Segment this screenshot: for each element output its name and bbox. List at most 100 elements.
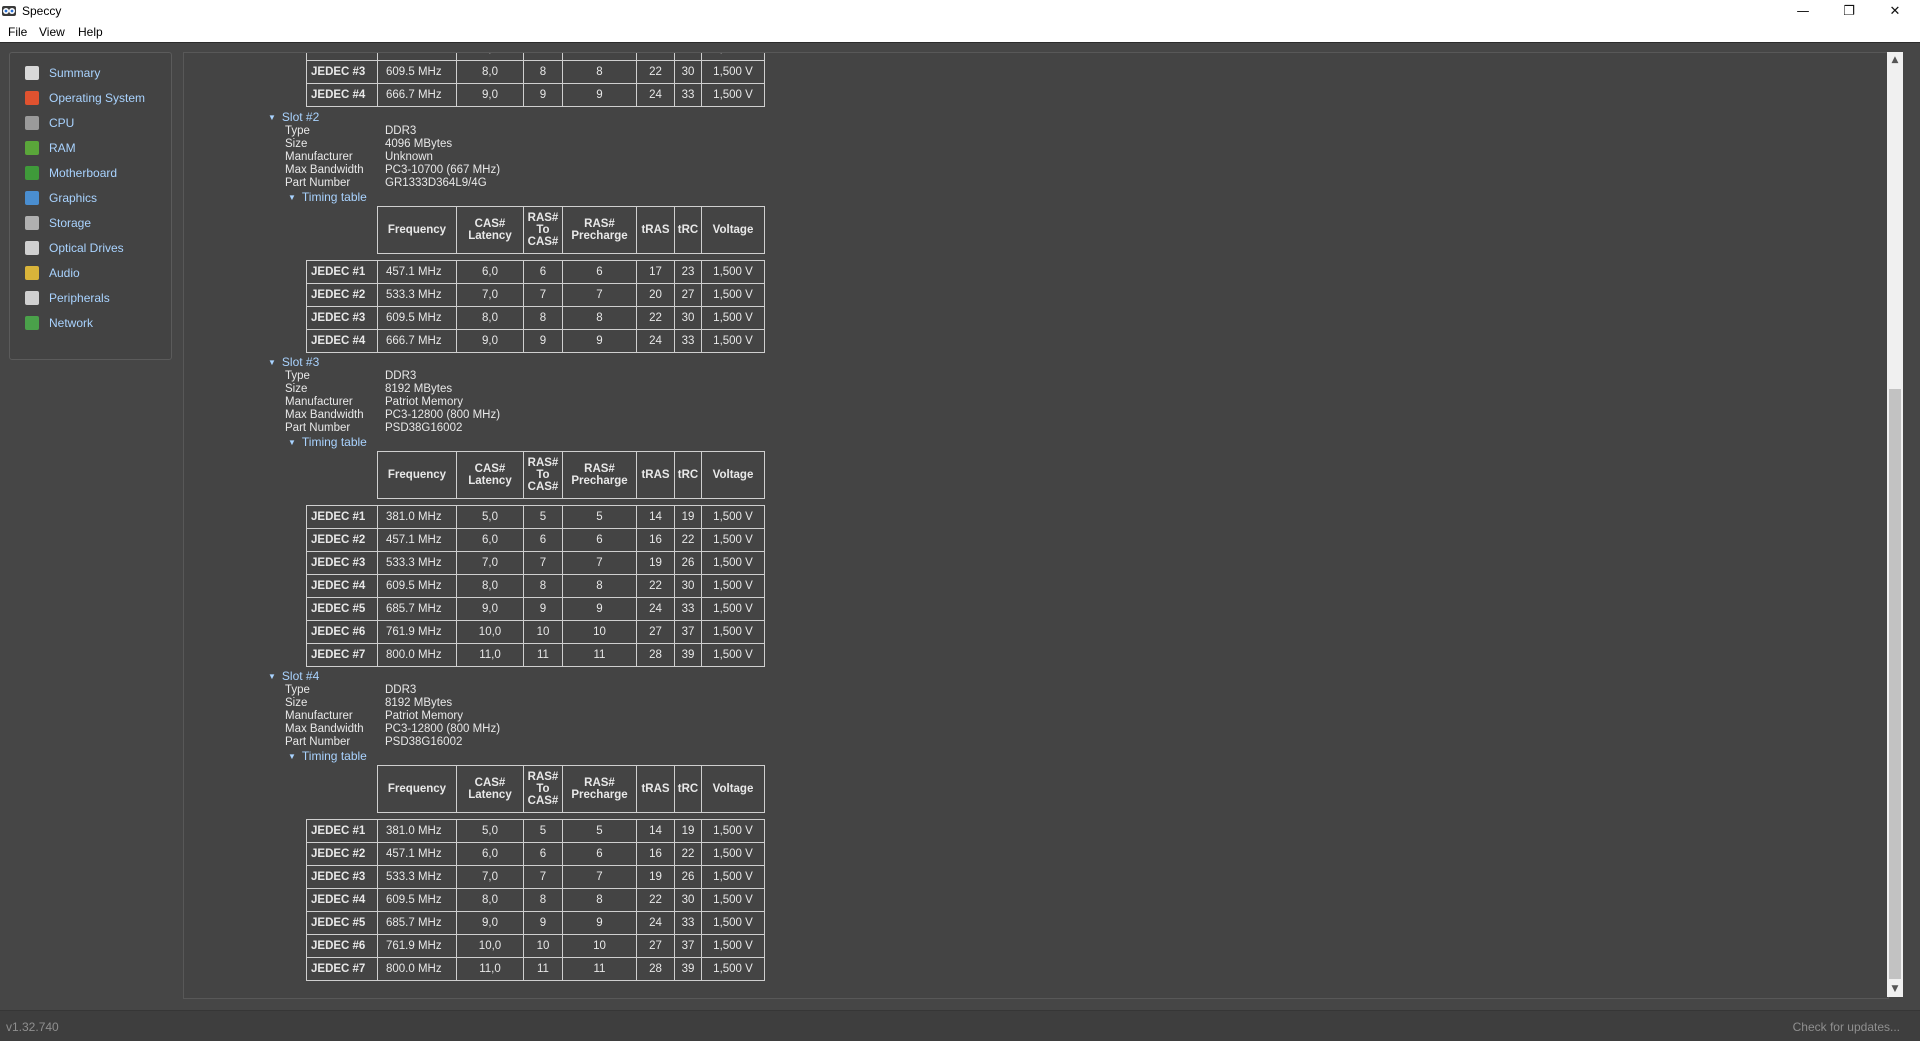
table-cell: 1,500 V <box>701 306 765 330</box>
slot-toggle[interactable]: ▼ Slot #3 <box>268 355 319 369</box>
table-cell: 10 <box>562 620 637 644</box>
menu-view[interactable]: View <box>39 25 65 39</box>
table-row: JEDEC #3 533.3 MHz 7,0 7 7 19 26 1,500 V <box>306 865 765 889</box>
sidebar-item-audio[interactable]: Audio <box>25 262 80 284</box>
content-panel[interactable]: JEDEC #2533.3 MHz7,07720271,500 VJEDEC #… <box>183 52 1889 999</box>
maximize-button[interactable]: ❐ <box>1826 0 1872 22</box>
sidebar-item-optical-drives[interactable]: Optical Drives <box>25 237 124 259</box>
table-row: JEDEC #7 800.0 MHz 11,0 11 11 28 39 1,500 V <box>306 957 765 981</box>
vertical-scrollbar[interactable]: ▲ ▼ <box>1887 52 1903 997</box>
table-cell: 1,500 V <box>701 597 765 621</box>
table-row: JEDEC #6 761.9 MHz 10,0 10 10 27 37 1,500 V <box>306 934 765 958</box>
scroll-down-arrow-icon[interactable]: ▼ <box>1887 981 1903 997</box>
table-cell: 7 <box>562 865 637 889</box>
sidebar-item-cpu[interactable]: CPU <box>25 112 74 134</box>
close-icon: ✕ <box>1889 3 1901 19</box>
row-label: JEDEC #7 <box>306 957 378 981</box>
column-header: tRC <box>674 451 702 499</box>
table-cell: 10 <box>523 620 563 644</box>
table-cell: 37 <box>674 620 702 644</box>
slot-toggle[interactable]: ▼ Slot #2 <box>268 110 319 124</box>
collapse-triangle-icon: ▼ <box>288 193 296 202</box>
slot-toggle[interactable]: ▼ Slot #4 <box>268 669 319 683</box>
scrollbar-thumb[interactable] <box>1889 389 1901 979</box>
collapse-triangle-icon: ▼ <box>288 438 296 447</box>
sidebar-item-peripherals[interactable]: Peripherals <box>25 287 110 309</box>
sidebar-item-label: Graphics <box>49 191 98 205</box>
sidebar-item-label: Operating System <box>49 91 146 105</box>
table-cell: 30 <box>674 60 702 84</box>
property-row: Max Bandwidth PC3-12800 (800 MHz) <box>285 723 500 736</box>
table-row: JEDEC #3 609.5 MHz 8,0 8 8 22 30 1,500 V <box>306 306 765 330</box>
table-row: JEDEC #7 800.0 MHz 11,0 11 11 28 39 1,500 V <box>306 643 765 667</box>
table-cell: 11 <box>523 643 563 667</box>
sidebar-item-label: Peripherals <box>49 291 110 305</box>
table-cell: 19 <box>674 819 702 843</box>
table-cell: 666.7 MHz <box>377 329 457 353</box>
property-value: Unknown <box>385 151 433 163</box>
table-cell: 1,500 V <box>701 934 765 958</box>
property-label: Type <box>285 684 310 696</box>
timing-table: Frequency CAS# Latency RAS# To CAS# RAS# Precha… <box>306 451 765 667</box>
timing-table-toggle[interactable]: ▼ Timing table <box>288 435 367 449</box>
table-cell: 1,500 V <box>701 957 765 981</box>
sidebar-item-graphics[interactable]: Graphics <box>25 187 97 209</box>
slot-title: Slot #3 <box>281 355 320 369</box>
sidebar-item-storage[interactable]: Storage <box>25 212 91 234</box>
check-updates-link[interactable]: Check for updates... <box>1793 1020 1900 1034</box>
row-label: JEDEC #2 <box>306 53 378 61</box>
sidebar-item-summary[interactable]: Summary <box>25 62 100 84</box>
property-row: Part Number PSD38G16002 <box>285 736 462 749</box>
table-cell: 30 <box>674 888 702 912</box>
scroll-up-arrow-icon[interactable]: ▲ <box>1887 52 1903 68</box>
row-label: JEDEC #4 <box>306 83 378 107</box>
minimize-button[interactable]: — <box>1780 0 1826 22</box>
table-cell: 1,500 V <box>701 528 765 552</box>
row-label: JEDEC #2 <box>306 283 378 307</box>
column-header: tRAS <box>636 765 675 813</box>
timing-table-toggle[interactable]: ▼ Timing table <box>288 190 367 204</box>
table-row: JEDEC #2533.3 MHz7,07720271,500 V <box>306 53 765 61</box>
table-cell: 685.7 MHz <box>377 911 457 935</box>
table-cell: 22 <box>636 888 675 912</box>
sidebar-item-ram[interactable]: RAM <box>25 137 76 159</box>
column-header: RAS# To CAS# <box>523 765 563 813</box>
timing-table-toggle[interactable]: ▼ Timing table <box>288 749 367 763</box>
row-label: JEDEC #5 <box>306 911 378 935</box>
sidebar-item-network[interactable]: Network <box>25 312 93 334</box>
table-cell: 10,0 <box>456 934 524 958</box>
sidebar-item-motherboard[interactable]: Motherboard <box>25 162 117 184</box>
sidebar-item-label: Storage <box>49 216 92 230</box>
column-header: RAS# Precharge <box>562 206 637 254</box>
column-header: Frequency <box>377 765 457 813</box>
menu-divider <box>0 42 1920 43</box>
table-row: JEDEC #3 533.3 MHz 7,0 7 7 19 26 1,500 V <box>306 551 765 575</box>
table-cell: 1,500 V <box>701 329 765 353</box>
menu-file[interactable]: File <box>8 25 27 39</box>
table-cell: 5 <box>562 819 637 843</box>
menu-help[interactable]: Help <box>78 25 103 39</box>
table-row: JEDEC #4 666.7 MHz 9,0 9 9 24 33 1,500 V <box>306 83 765 107</box>
property-label: Manufacturer <box>285 710 353 722</box>
table-cell: 8,0 <box>456 60 524 84</box>
property-row: Type DDR3 <box>285 125 416 138</box>
table-row: JEDEC #2 457.1 MHz 6,0 6 6 16 22 1,500 V <box>306 528 765 552</box>
property-row: Part Number PSD38G16002 <box>285 422 462 435</box>
window-title: Speccy <box>22 4 62 18</box>
header-blank-cell <box>306 765 378 813</box>
minimize-icon: — <box>1796 3 1810 19</box>
sidebar-item-operating-system[interactable]: Operating System <box>25 87 145 109</box>
header-spacer <box>307 499 765 506</box>
table-cell: 7 <box>562 53 637 61</box>
close-button[interactable]: ✕ <box>1872 0 1918 22</box>
table-row: JEDEC #1 457.1 MHz 6,0 6 6 17 23 1,500 V <box>306 260 765 284</box>
property-label: Max Bandwidth <box>285 723 364 735</box>
column-header: RAS# Precharge <box>562 451 637 499</box>
property-label: Manufacturer <box>285 396 353 408</box>
table-cell: 1,500 V <box>701 842 765 866</box>
table-cell: 457.1 MHz <box>377 842 457 866</box>
table-cell: 800.0 MHz <box>377 643 457 667</box>
header-blank-cell <box>306 451 378 499</box>
table-cell: 19 <box>674 505 702 529</box>
table-cell: 5,0 <box>456 819 524 843</box>
